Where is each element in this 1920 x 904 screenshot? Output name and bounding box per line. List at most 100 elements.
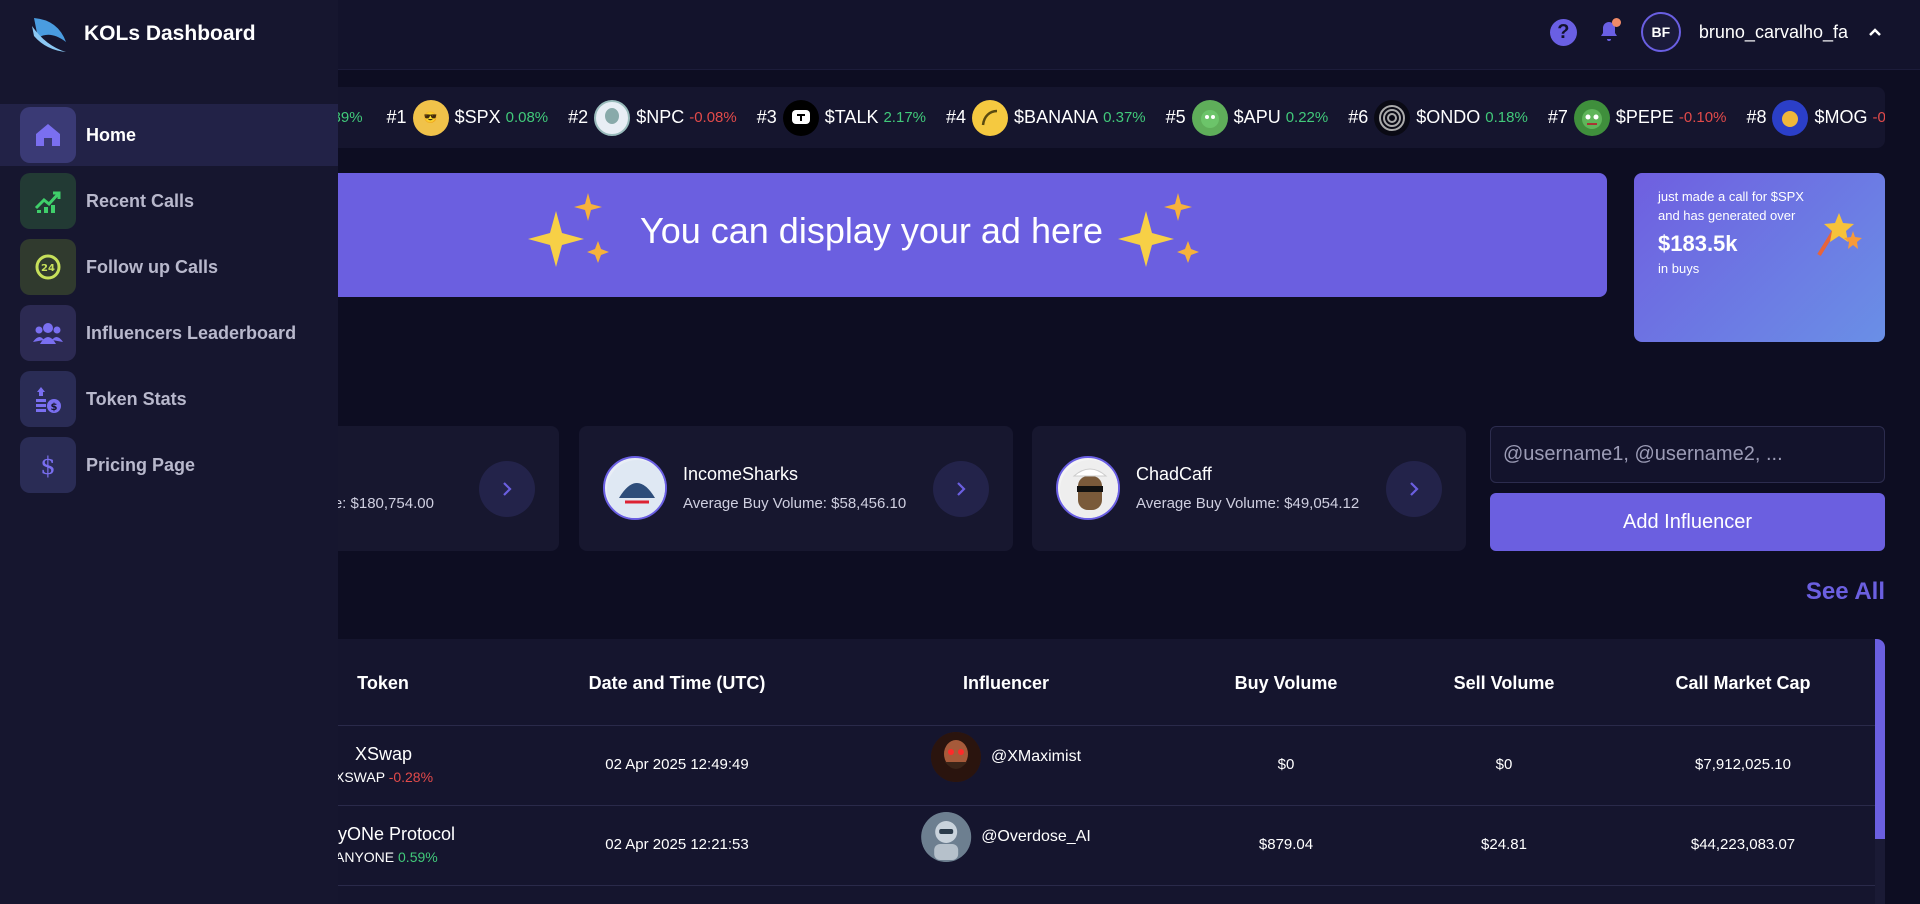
ticker-item[interactable]: #2 $NPC -0.08%	[568, 99, 737, 136]
ticker-symbol: $MOG	[1814, 107, 1868, 127]
promo-card[interactable]: just made a call for $SPX and has genera…	[1634, 173, 1885, 342]
ticker-item[interactable]: #4 $BANANA 0.37%	[946, 99, 1146, 136]
sell-volume: $0	[1495, 756, 1513, 773]
ticker-symbol: $SPX	[454, 107, 501, 127]
influencer-volume: Average Buy Volume: $58,456.10	[683, 495, 907, 512]
ticker-symbol: $BANANA	[1014, 107, 1099, 127]
sidebar-item-influencers-leaderboard[interactable]: Influencers Leaderboard	[0, 302, 338, 364]
shooting-stars-icon	[1817, 213, 1862, 257]
scrollbar-thumb[interactable]	[1875, 639, 1885, 839]
token-symbol-change: XSWAP -0.28%	[335, 769, 433, 785]
ad-banner[interactable]: You can display your ad here	[310, 173, 1607, 297]
help-icon[interactable]: ?	[1549, 18, 1577, 46]
influencer-cell[interactable]: @Overdose_AI	[921, 812, 1091, 862]
sidebar-item-follow-up-calls[interactable]: 24 Follow up Calls	[0, 236, 338, 298]
add-influencer-button[interactable]: Add Influencer	[1490, 493, 1885, 551]
token-symbol: XSWAP	[335, 769, 385, 785]
svg-text:$: $	[40, 452, 55, 480]
token-symbol-change: ANYONE 0.59%	[335, 849, 438, 865]
chevron-up-icon[interactable]	[1866, 23, 1884, 41]
brand[interactable]: KOLs Dashboard	[28, 12, 256, 56]
see-all-link[interactable]: See All	[1806, 578, 1885, 606]
influencer-card[interactable]: IncomeSharks Average Buy Volume: $58,456…	[579, 426, 1013, 551]
influencer-username-input[interactable]	[1490, 426, 1885, 483]
ticker-rank: #1	[386, 107, 407, 127]
ticker-symbol: $NPC	[636, 107, 685, 127]
app-title: KOLs Dashboard	[84, 22, 256, 45]
ad-text: You can display your ad here	[640, 210, 1103, 251]
influencer-avatar	[930, 732, 981, 782]
ticker-change: 0.22%	[1285, 109, 1329, 126]
sidebar-item-token-stats[interactable]: $ Token Stats	[0, 368, 338, 430]
sidebar-item-home[interactable]: Home	[0, 104, 338, 166]
column-header-market-cap[interactable]: Call Market Cap	[1675, 673, 1810, 694]
npc-token-logo	[594, 99, 631, 136]
card-arrow-button[interactable]	[1386, 461, 1442, 517]
kols-logo-icon	[32, 18, 66, 52]
ticker-change: -0.08%	[689, 109, 737, 126]
dollar-icon: $	[20, 437, 76, 493]
card-arrow-button[interactable]	[479, 461, 535, 517]
ticker-item[interactable]: #5 $APU 0.22%	[1165, 99, 1329, 136]
column-header-influencer[interactable]: Influencer	[963, 673, 1049, 694]
column-header-token[interactable]: Token	[357, 673, 409, 694]
card-arrow-button[interactable]	[933, 461, 989, 517]
ticker-change: 0.37%	[1103, 109, 1146, 126]
username[interactable]: bruno_carvalho_fa	[1699, 22, 1848, 43]
influencer-name: ChadCaff	[1136, 464, 1212, 484]
ticker-change: 2.17%	[883, 109, 927, 126]
apu-token-logo	[1191, 99, 1228, 136]
token-change: -0.28%	[388, 769, 434, 785]
influencer-handle: @XMaximist	[990, 748, 1082, 765]
user-avatar[interactable]: BF	[1640, 12, 1681, 52]
mog-token-logo	[1772, 99, 1809, 136]
notifications-bell-icon[interactable]	[1595, 18, 1623, 46]
token-ticker: 2.89% #1 😎 $SPX 0.08% #2 $NPC -0.08% #3 …	[310, 87, 1885, 148]
column-header-sell-volume[interactable]: Sell Volume	[1454, 673, 1555, 694]
ticker-change: -0.10%	[1678, 109, 1727, 126]
svg-text:24: 24	[41, 263, 55, 274]
column-header-buy-volume[interactable]: Buy Volume	[1235, 673, 1338, 694]
sidebar-item-pricing-page[interactable]: $ Pricing Page	[0, 434, 338, 496]
sidebar-item-recent-calls[interactable]: Recent Calls	[0, 170, 338, 232]
pepe-token-logo	[1573, 99, 1610, 136]
ondo-token-logo	[1374, 99, 1411, 136]
sparkles-icon	[1118, 193, 1199, 267]
banana-token-logo	[972, 99, 1009, 136]
ticker-item[interactable]: #3 $TALK 2.17%	[756, 99, 927, 136]
users-icon	[20, 305, 76, 361]
sidebar-item-label: Recent Calls	[86, 190, 195, 211]
table-scrollbar[interactable]	[1875, 639, 1885, 904]
call-datetime: 02 Apr 2025 12:21:53	[605, 836, 749, 853]
call-datetime: 02 Apr 2025 12:49:49	[605, 756, 749, 773]
promo-sub: in buys	[1658, 261, 1700, 276]
ticker-symbol: $TALK	[824, 107, 879, 127]
token-change: 0.59%	[398, 849, 438, 865]
row-divider	[310, 805, 1875, 806]
ticker-item[interactable]: #6 $ONDO 0.18%	[1348, 99, 1528, 136]
ticker-rank: #3	[756, 107, 777, 127]
sidebar-item-label: Home	[86, 124, 137, 145]
ticker-rank: #5	[1165, 107, 1186, 127]
ticker-rank: #8	[1746, 107, 1767, 127]
user-area: ? BF bruno_carvalho_fa	[1549, 12, 1884, 52]
sidebar-item-label: Token Stats	[86, 388, 187, 409]
ticker-rank: #2	[568, 107, 589, 127]
sidebar-item-label: Pricing Page	[86, 454, 196, 475]
sidebar: KOLs Dashboard Home Recent Calls 24 Foll…	[0, 0, 338, 904]
token-name: yONe Protocol	[338, 824, 456, 844]
ticker-item[interactable]: #8 $MOG -0.	[1746, 99, 1886, 136]
influencer-card[interactable]: ChadCaff Average Buy Volume: $49,054.12	[1032, 426, 1466, 551]
column-header-date[interactable]: Date and Time (UTC)	[589, 673, 766, 694]
influencer-handle: @Overdose_AI	[981, 828, 1091, 845]
ticker-item[interactable]: #1 😎 $SPX 0.08%	[386, 99, 548, 136]
call-market-cap: $7,912,025.10	[1695, 756, 1791, 773]
sidebar-item-label: Follow up Calls	[86, 256, 219, 277]
token-name: XSwap	[355, 744, 413, 764]
influencer-cell[interactable]: @XMaximist	[930, 732, 1082, 782]
ticker-item[interactable]: #7 $PEPE -0.10%	[1548, 99, 1727, 136]
ticker-change: -0.	[1872, 109, 1886, 126]
ticker-symbol: $PEPE	[1615, 107, 1674, 127]
sidebar-item-label: Influencers Leaderboard	[86, 322, 297, 343]
ticker-symbol: $ONDO	[1416, 107, 1481, 127]
